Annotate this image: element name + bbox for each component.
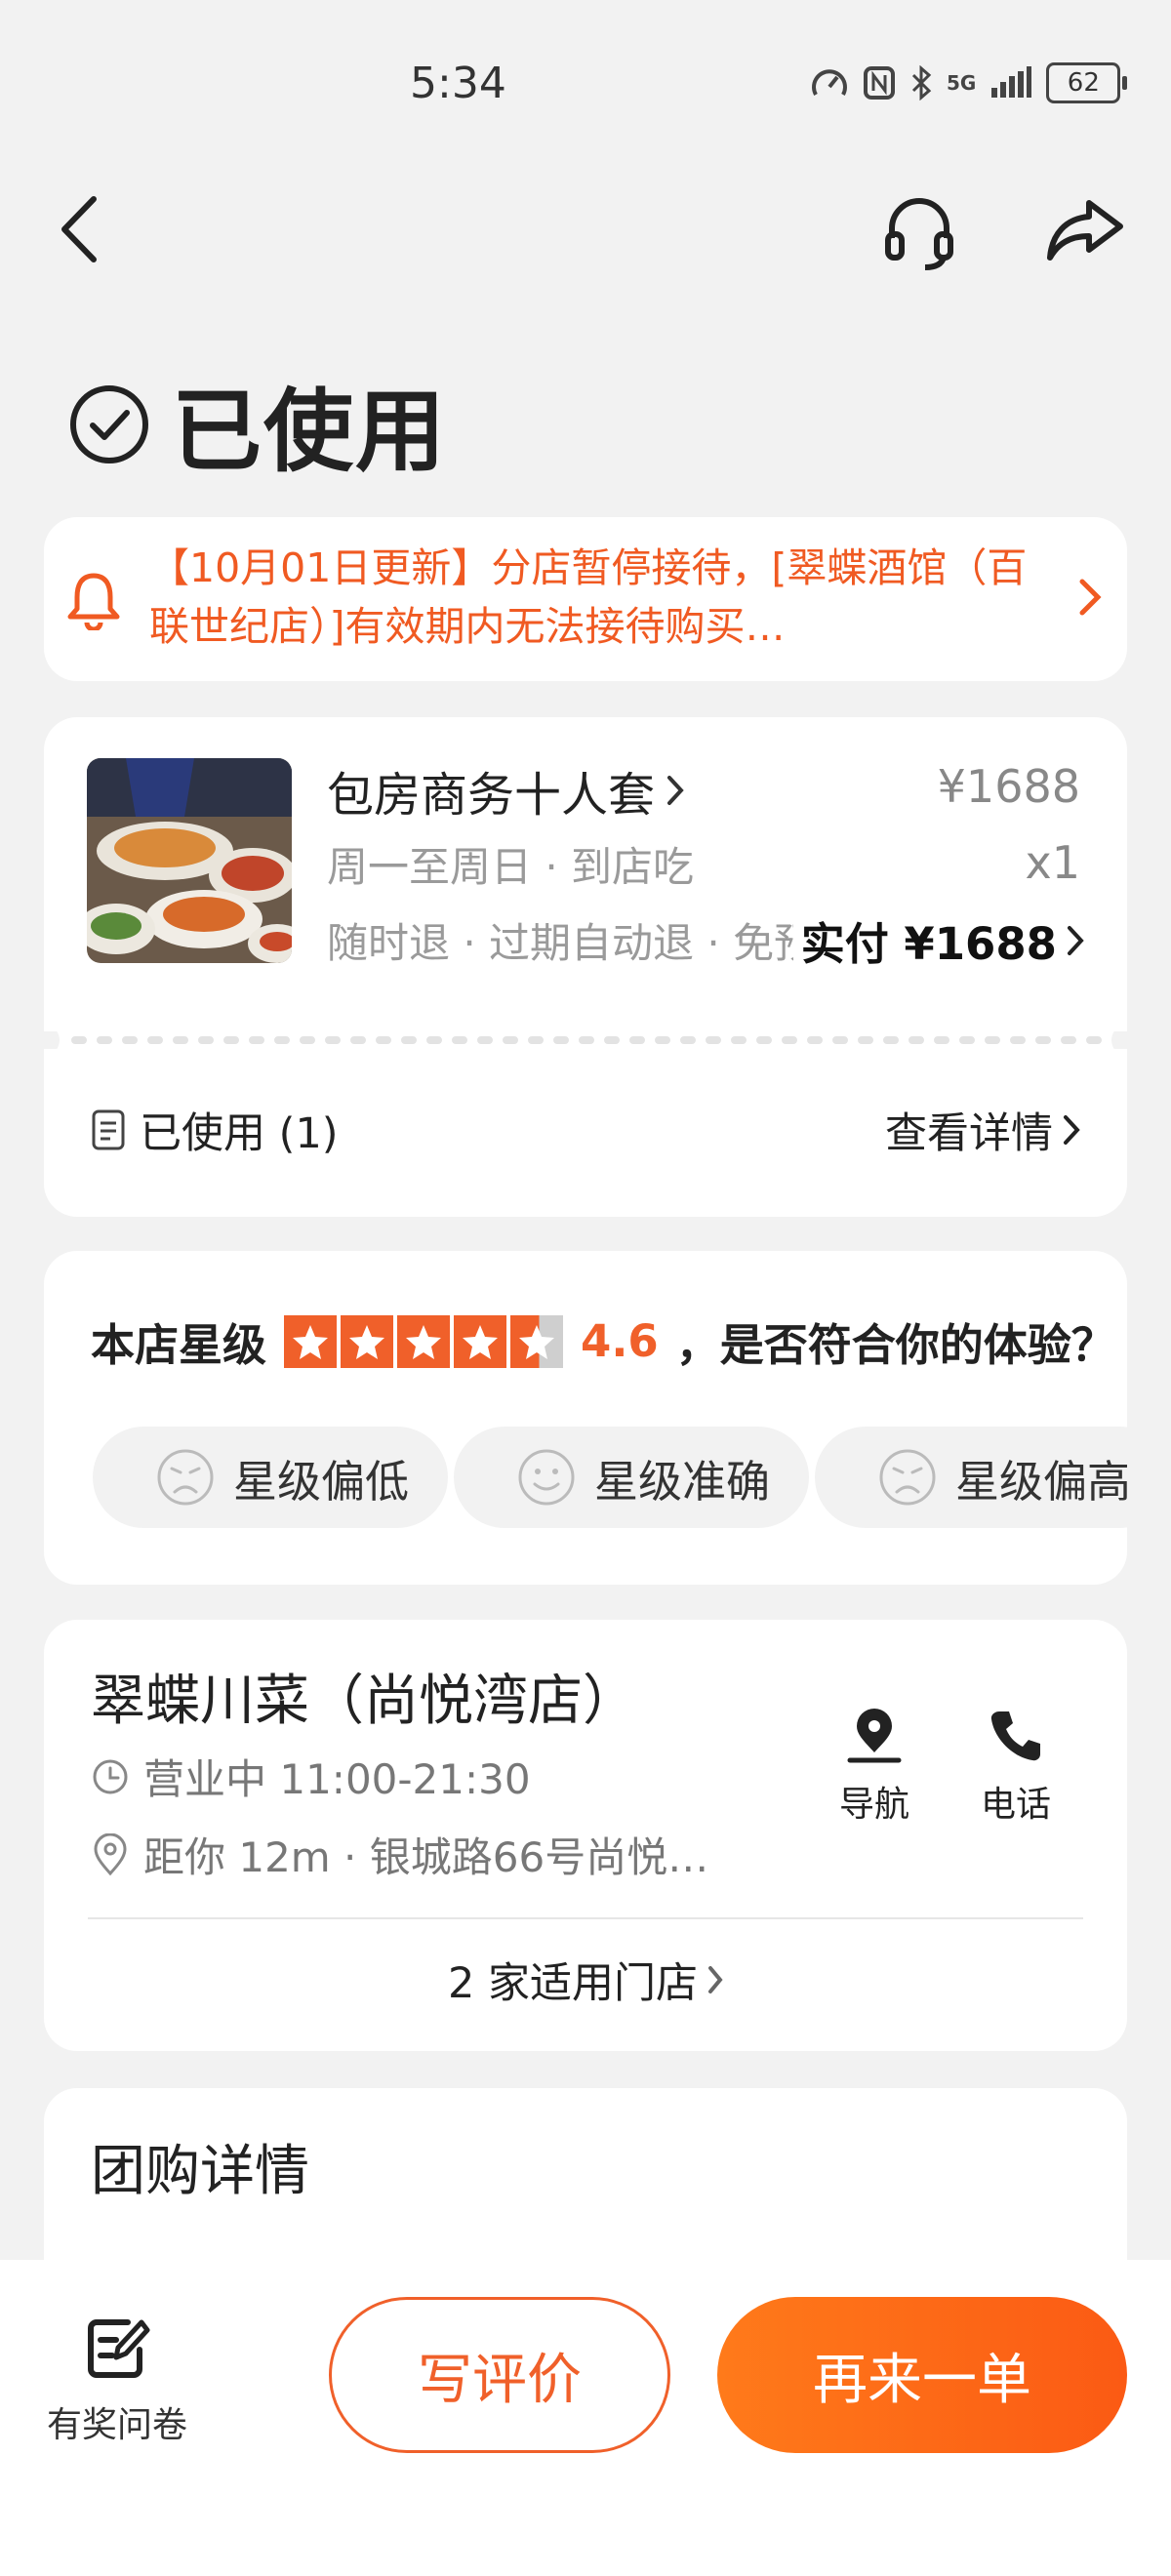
phone-icon bbox=[990, 1711, 1040, 1761]
store-hours-text: 营业中 11:00-21:30 bbox=[143, 1755, 531, 1803]
paid-amount: 实付 ¥1688 bbox=[800, 918, 1057, 970]
store-address-text: 距你 12m · 银城路66号尚悦… bbox=[143, 1833, 709, 1881]
call-label: 电话 bbox=[981, 1785, 1052, 1825]
coupon-used-status: 已使用 (1) bbox=[91, 1100, 339, 1160]
star-icon bbox=[397, 1314, 451, 1368]
chevron-right-icon bbox=[708, 1966, 723, 1993]
rating-label: 本店星级 bbox=[91, 1319, 267, 1371]
notice-banner[interactable]: 【10月01日更新】分店暂停接待，[翠蝶酒馆（百联世纪店）]有效期内无法接待购买… bbox=[44, 517, 1127, 681]
location-pin-icon bbox=[94, 1832, 127, 1875]
navigation-icon bbox=[847, 1709, 902, 1763]
star-icon bbox=[341, 1314, 394, 1368]
bluetooth-icon bbox=[911, 65, 932, 101]
check-circle-icon bbox=[70, 384, 148, 463]
applicable-stores-link[interactable]: 2 家适用门店 bbox=[44, 1950, 1127, 2010]
navigate-button[interactable]: 导航 bbox=[839, 1706, 909, 1827]
deal-usage-info: 周一至周日 · 到店吃 bbox=[327, 843, 695, 891]
unhappy-face-icon bbox=[157, 1449, 214, 1506]
coupon-used-label: 已使用 (1) bbox=[140, 1109, 339, 1158]
divider bbox=[88, 1917, 1083, 1919]
page-title: 已使用 bbox=[172, 380, 448, 484]
battery-indicator: 62 bbox=[1046, 62, 1128, 103]
notice-text: 【10月01日更新】分店暂停接待，[翠蝶酒馆（百联世纪店）]有效期内无法接待购买… bbox=[149, 544, 1028, 650]
write-review-button[interactable]: 写评价 bbox=[329, 2297, 670, 2453]
signal-icon bbox=[991, 66, 1032, 98]
customer-service-button[interactable] bbox=[882, 193, 956, 271]
bottom-action-bar: 有奖问卷 写评价 再来一单 bbox=[0, 2260, 1171, 2576]
view-details-link[interactable]: 查看详情 bbox=[885, 1100, 1080, 1160]
applicable-stores-label: 2 家适用门店 bbox=[447, 1959, 699, 2008]
half-star-icon bbox=[510, 1314, 564, 1368]
star-rating bbox=[284, 1314, 564, 1368]
navigate-label: 导航 bbox=[839, 1785, 910, 1825]
status-time: 5:34 bbox=[410, 59, 506, 108]
chip-label: 星级偏高 bbox=[955, 1455, 1127, 1508]
deal-name: 包房商务十人套 bbox=[327, 768, 656, 823]
store-rating-card: 本店星级 4.6 ，是否符合你的体验？ 星级偏低 星级准确 星级偏高 bbox=[44, 1251, 1127, 1585]
store-card: 翠蝶川菜（尚悦湾店） 营业中 11:00-21:30 距你 12m · 银城路6… bbox=[44, 1620, 1127, 2051]
group-details-title: 团购详情 bbox=[91, 2140, 309, 2203]
nfc-icon bbox=[864, 66, 895, 100]
dotted-divider bbox=[44, 1031, 1127, 1049]
share-icon bbox=[1047, 200, 1123, 261]
chip-label: 星级准确 bbox=[594, 1455, 771, 1508]
order-status-heading: 已使用 bbox=[68, 359, 447, 489]
chevron-right-icon bbox=[667, 776, 684, 805]
deal-quantity: x1 bbox=[1025, 836, 1081, 889]
chip-rating-accurate[interactable]: 星级准确 bbox=[454, 1427, 810, 1528]
speed-icon bbox=[812, 69, 847, 96]
deal-name-link[interactable]: 包房商务十人套 bbox=[327, 756, 684, 825]
status-icons: 5G 62 bbox=[810, 62, 1128, 103]
rating-row: 本店星级 4.6 ，是否符合你的体验？ bbox=[91, 1309, 1115, 1373]
order-card: 包房商务十人套 周一至周日 · 到店吃 随时退 · 过期自动退 · 免预约 ¥1… bbox=[44, 717, 1127, 1217]
survey-edit-icon bbox=[88, 2319, 150, 2378]
paid-amount-link[interactable]: 实付 ¥1688 bbox=[792, 908, 1084, 972]
chevron-right-icon bbox=[1064, 1115, 1080, 1145]
chevron-left-icon bbox=[61, 196, 97, 262]
survey-label: 有奖问卷 bbox=[46, 2405, 187, 2445]
rating-question: ，是否符合你的体验？ bbox=[675, 1319, 1115, 1371]
chevron-right-icon bbox=[1079, 579, 1102, 616]
clock-icon bbox=[93, 1759, 128, 1793]
rating-score: 4.6 bbox=[581, 1315, 659, 1367]
chip-label: 星级偏低 bbox=[233, 1455, 410, 1508]
document-icon bbox=[92, 1109, 125, 1150]
store-name[interactable]: 翠蝶川菜（尚悦湾店） bbox=[91, 1657, 637, 1736]
store-address[interactable]: 距你 12m · 银城路66号尚悦… bbox=[91, 1825, 708, 1884]
view-details-label: 查看详情 bbox=[885, 1109, 1053, 1158]
network-label: 5G bbox=[947, 71, 977, 95]
rating-feedback-chips: 星级偏低 星级准确 星级偏高 bbox=[93, 1427, 1127, 1528]
survey-button[interactable]: 有奖问卷 bbox=[39, 2314, 195, 2447]
store-hours: 营业中 11:00-21:30 bbox=[91, 1747, 531, 1806]
star-icon bbox=[284, 1314, 338, 1368]
chip-rating-low[interactable]: 星级偏低 bbox=[93, 1427, 449, 1528]
food-photo bbox=[87, 758, 292, 963]
smile-face-icon bbox=[518, 1449, 575, 1506]
unhappy-face-icon bbox=[879, 1449, 936, 1506]
chip-rating-high[interactable]: 星级偏高 bbox=[815, 1427, 1127, 1528]
deal-refund-info: 随时退 · 过期自动退 · 免预约 bbox=[327, 919, 834, 967]
deal-thumbnail[interactable] bbox=[87, 758, 292, 963]
share-button[interactable] bbox=[1046, 197, 1124, 265]
deal-price: ¥1688 bbox=[937, 760, 1080, 813]
chevron-right-icon bbox=[1068, 925, 1084, 955]
star-icon bbox=[454, 1314, 507, 1368]
headset-icon bbox=[885, 198, 953, 270]
reorder-button[interactable]: 再来一单 bbox=[717, 2297, 1127, 2453]
back-button[interactable] bbox=[59, 195, 101, 263]
call-button[interactable]: 电话 bbox=[981, 1706, 1051, 1827]
bell-icon bbox=[67, 573, 120, 630]
